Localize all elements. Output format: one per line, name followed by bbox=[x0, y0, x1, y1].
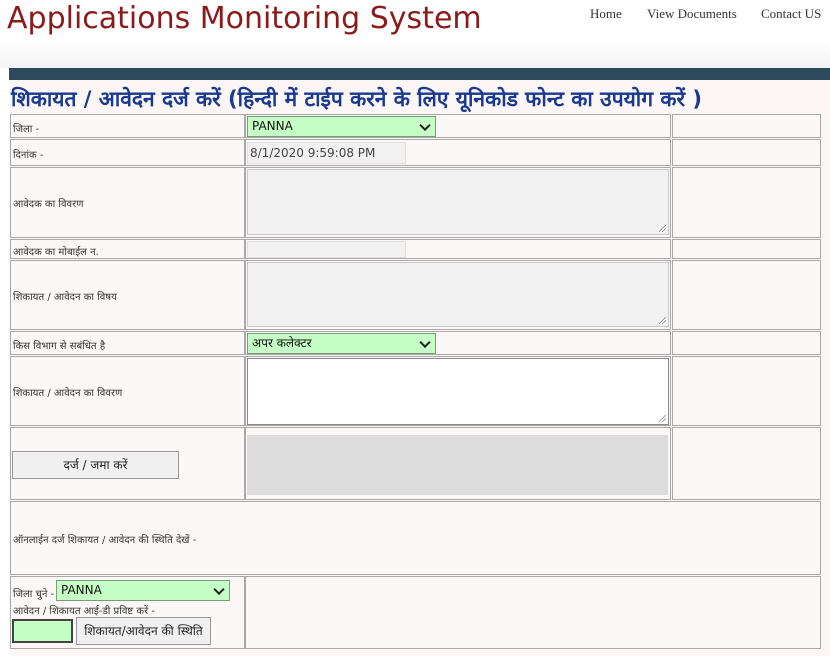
nav-home-link[interactable]: Home bbox=[590, 6, 622, 22]
district-select-value: PANNA bbox=[252, 119, 293, 133]
subject-extra-cell bbox=[672, 260, 821, 330]
status-section-label: ऑनलाईन दर्ज शिकायत / आवेदन की स्थिति देख… bbox=[13, 535, 197, 546]
chevron-down-icon bbox=[419, 119, 431, 131]
chevron-down-icon bbox=[419, 336, 431, 348]
mobile-input[interactable] bbox=[247, 241, 406, 258]
submit-extra-cell bbox=[672, 427, 821, 500]
complaint-details-label: शिकायत / आवेदन का विवरण bbox=[13, 388, 123, 399]
status-id-input[interactable] bbox=[12, 619, 73, 643]
department-input-cell: अपर कलेक्टर bbox=[245, 331, 671, 355]
complaint-details-extra-cell bbox=[672, 356, 821, 426]
submit-middle-cell bbox=[245, 427, 671, 500]
applicant-details-label-cell: आवेदक का विवरण bbox=[10, 167, 245, 238]
department-label: किस विभाग से सबंधित है bbox=[13, 341, 106, 352]
resize-handle-icon[interactable] bbox=[659, 225, 666, 232]
header: Applications Monitoring System Home View… bbox=[0, 0, 830, 68]
department-select[interactable]: अपर कलेक्टर bbox=[247, 333, 436, 354]
subject-textarea[interactable] bbox=[247, 262, 669, 327]
nav-view-documents-link[interactable]: View Documents bbox=[647, 6, 737, 22]
status-lookup-cell: जिला चुने - PANNA आवेदन / शिकायत आई-डी प… bbox=[10, 576, 245, 649]
subject-label: शिकायत / आवेदन का विषय bbox=[13, 292, 117, 303]
mobile-label: आवेदक का मोबाईल न. bbox=[13, 247, 99, 258]
chevron-down-icon bbox=[213, 583, 225, 595]
applicant-details-textarea[interactable] bbox=[247, 169, 669, 235]
district-select[interactable]: PANNA bbox=[247, 116, 436, 137]
department-extra-cell bbox=[672, 331, 821, 355]
mobile-input-cell bbox=[245, 239, 671, 259]
department-label-cell: किस विभाग से सबंधित है bbox=[10, 331, 245, 355]
district-extra-cell bbox=[672, 114, 821, 138]
date-extra-cell bbox=[672, 139, 821, 166]
status-section-cell: ऑनलाईन दर्ज शिकायत / आवेदन की स्थिति देख… bbox=[10, 501, 821, 575]
nav-contact-us-link[interactable]: Contact US bbox=[761, 6, 821, 22]
app-title: Applications Monitoring System bbox=[7, 1, 482, 36]
status-id-label: आवेदन / शिकायत आई-डी प्रविष्ट करें - bbox=[13, 606, 155, 617]
status-check-button[interactable]: शिकायत/आवेदन की स्थिति bbox=[76, 617, 211, 645]
submit-cell: दर्ज / जमा करें bbox=[10, 427, 245, 500]
status-result-cell bbox=[245, 576, 821, 649]
status-district-label: जिला चुने - bbox=[13, 589, 55, 600]
complaint-details-label-cell: शिकायत / आवेदन का विवरण bbox=[10, 356, 245, 426]
applicant-details-label: आवेदक का विवरण bbox=[13, 199, 84, 210]
page-heading: शिकायत / आवेदन दर्ज करें (हिन्दी में टाई… bbox=[11, 87, 702, 111]
subject-label-cell: शिकायत / आवेदन का विषय bbox=[10, 260, 245, 330]
district-label: जिला - bbox=[13, 124, 40, 135]
district-input-cell: PANNA bbox=[245, 114, 671, 138]
department-select-value: अपर कलेक्टर bbox=[252, 336, 312, 350]
submit-button[interactable]: दर्ज / जमा करें bbox=[12, 451, 179, 479]
resize-handle-icon[interactable] bbox=[659, 415, 666, 422]
applicant-details-input-cell bbox=[245, 167, 671, 238]
header-divider-bar bbox=[9, 68, 830, 80]
main-content: शिकायत / आवेदन दर्ज करें (हिन्दी में टाई… bbox=[9, 80, 830, 656]
applicant-details-extra-cell bbox=[672, 167, 821, 238]
status-district-select-value: PANNA bbox=[61, 583, 102, 597]
mobile-extra-cell bbox=[672, 239, 821, 259]
complaint-details-textarea[interactable] bbox=[247, 358, 669, 425]
date-label-cell: दिनांक - bbox=[10, 139, 245, 166]
date-field: 8/1/2020 9:59:08 PM bbox=[247, 142, 406, 164]
status-district-select[interactable]: PANNA bbox=[56, 580, 230, 601]
complaint-details-input-cell bbox=[245, 356, 671, 426]
mobile-label-cell: आवेदक का मोबाईल न. bbox=[10, 239, 245, 259]
captcha-placeholder bbox=[247, 435, 668, 495]
subject-input-cell bbox=[245, 260, 671, 330]
district-label-cell: जिला - bbox=[10, 114, 245, 138]
resize-handle-icon[interactable] bbox=[659, 317, 666, 324]
date-label: दिनांक - bbox=[13, 150, 44, 161]
date-input-cell: 8/1/2020 9:59:08 PM bbox=[245, 139, 671, 166]
